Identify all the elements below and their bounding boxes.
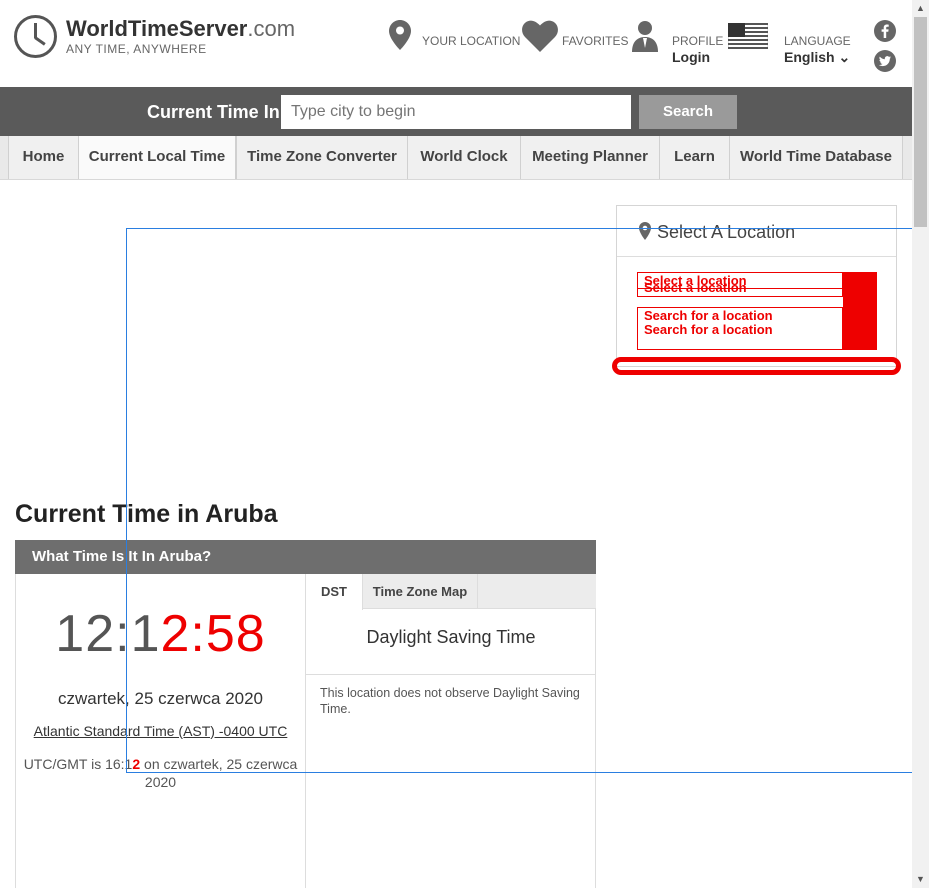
- clock-seconds-overlay: 2:58: [160, 605, 266, 663]
- login-link[interactable]: Login: [672, 49, 710, 65]
- select-location-panel: Select A Location Select a location Sele…: [616, 205, 897, 367]
- clock-logo-icon: [14, 15, 57, 58]
- search-label: Current Time In: [147, 102, 280, 122]
- select-location-button[interactable]: [843, 272, 877, 306]
- dst-description: This location does not observe Daylight …: [320, 686, 580, 716]
- site-header: WorldTimeServer.com ANY TIME, ANYWHERE Y…: [0, 0, 912, 87]
- page: WorldTimeServer.com ANY TIME, ANYWHERE Y…: [0, 0, 912, 888]
- dst-title: Daylight Saving Time: [366, 627, 536, 647]
- time-card-heading: What Time Is It In Aruba?: [15, 540, 596, 574]
- language-selector[interactable]: LANGUAGE English ⌄: [784, 34, 851, 66]
- site-logo[interactable]: WorldTimeServer.com ANY TIME, ANYWHERE: [14, 15, 295, 58]
- facebook-icon[interactable]: [874, 20, 896, 42]
- favorites-link[interactable]: FAVORITES: [562, 34, 628, 48]
- timezone-link[interactable]: Atlantic Standard Time (AST) -0400 UTC: [15, 723, 306, 739]
- tab-home[interactable]: Home: [8, 136, 79, 179]
- select-location-title: Select A Location: [657, 222, 796, 242]
- logo-title: WorldTimeServer.com: [66, 16, 296, 41]
- profile-menu[interactable]: PROFILE Login: [672, 34, 723, 65]
- profile-person-icon[interactable]: [631, 20, 659, 52]
- search-location-button[interactable]: [843, 306, 877, 350]
- search-location-field-duplicate[interactable]: Search for a location: [637, 322, 843, 350]
- tab-current-local-time[interactable]: Current Local Time: [78, 136, 236, 179]
- main-nav-tabs: Home Current Local Time Time Zone Conver…: [0, 136, 912, 180]
- your-location-link[interactable]: YOUR LOCATION: [422, 34, 520, 48]
- logo-tagline: ANY TIME, ANYWHERE: [66, 42, 207, 56]
- current-time-clock: 12:12:58: [55, 605, 266, 663]
- page-scrollbar[interactable]: ▲ ▼: [912, 0, 929, 888]
- tab-meeting-planner[interactable]: Meeting Planner: [520, 136, 660, 179]
- map-pin-icon[interactable]: [389, 20, 411, 50]
- time-card-right: [306, 574, 596, 888]
- city-search-input[interactable]: [281, 95, 631, 129]
- current-date: czwartek, 25 czerwca 2020: [57, 689, 264, 708]
- scroll-down-arrow-icon[interactable]: ▼: [912, 871, 929, 888]
- page-title: Current Time in Aruba: [15, 500, 278, 528]
- dst-divider: [306, 674, 596, 675]
- us-flag-icon[interactable]: [728, 23, 768, 49]
- tab-time-zone-converter[interactable]: Time Zone Converter: [236, 136, 408, 179]
- tab-learn[interactable]: Learn: [659, 136, 730, 179]
- tab-time-zone-map[interactable]: Time Zone Map: [363, 574, 478, 609]
- scroll-thumb[interactable]: [914, 17, 927, 227]
- twitter-icon[interactable]: [874, 50, 896, 72]
- heart-icon[interactable]: [522, 20, 558, 52]
- select-location-dropdown-duplicate[interactable]: Select a location: [637, 280, 843, 297]
- language-value[interactable]: English ⌄: [784, 49, 850, 66]
- tab-dst[interactable]: DST: [306, 574, 363, 610]
- scroll-up-arrow-icon[interactable]: ▲: [912, 0, 929, 17]
- tab-world-time-database[interactable]: World Time Database: [729, 136, 903, 179]
- location-pin-icon: [639, 222, 651, 240]
- select-location-header: Select A Location: [617, 206, 896, 257]
- search-button[interactable]: Search: [639, 95, 737, 129]
- utc-time-line: UTC/GMT is 16:12 on czwartek, 25 czerwca…: [23, 756, 298, 790]
- tab-world-clock[interactable]: World Clock: [407, 136, 521, 179]
- search-bar: Current Time In Search: [0, 87, 912, 136]
- location-submit-outline[interactable]: [612, 357, 901, 375]
